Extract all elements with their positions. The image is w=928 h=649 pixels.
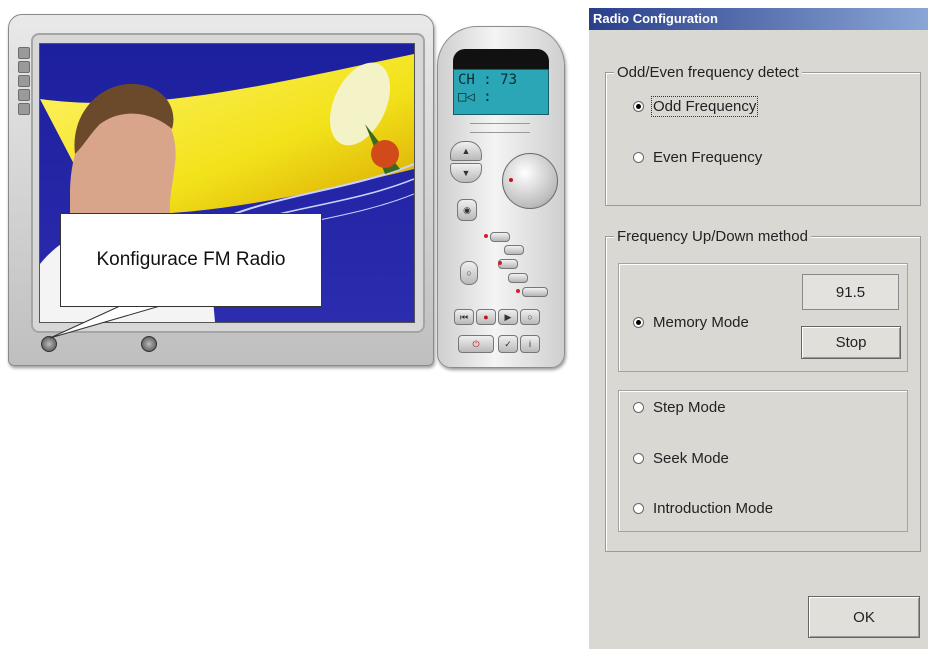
remote-button[interactable] — [490, 232, 510, 242]
remote-button[interactable] — [508, 273, 528, 283]
step-mode-radio[interactable]: Step Mode — [633, 399, 726, 416]
radio-indicator[interactable] — [633, 101, 644, 112]
odd-even-legend: Odd/Even frequency detect — [614, 64, 802, 81]
play-icon[interactable]: ▶ — [498, 309, 518, 325]
radio-indicator[interactable] — [633, 152, 644, 163]
side-button[interactable] — [18, 89, 30, 101]
remote-button[interactable] — [522, 287, 548, 297]
indicator-dot — [498, 261, 502, 265]
memory-mode-radio[interactable]: Memory Mode — [633, 314, 749, 331]
volume-up-icon[interactable]: ▲ — [450, 141, 482, 161]
indicator-dot — [484, 234, 488, 238]
radio-indicator[interactable] — [633, 317, 644, 328]
record-icon[interactable]: ● — [476, 309, 496, 325]
side-button[interactable] — [18, 47, 30, 59]
prev-icon[interactable]: ⏮ — [454, 309, 474, 325]
player-bottom-bar — [37, 333, 407, 355]
tv-player-window — [8, 14, 434, 366]
radio-indicator[interactable] — [633, 402, 644, 413]
lcd-volume: □◁ : — [458, 89, 492, 105]
config-button[interactable] — [41, 336, 57, 352]
side-button[interactable] — [18, 75, 30, 87]
radio-configuration-dialog: Radio Configuration Odd/Even frequency d… — [588, 8, 928, 649]
volume-down-icon[interactable]: ▼ — [450, 163, 482, 183]
lcd-display: CH : 73 □◁ : — [453, 69, 549, 115]
odd-frequency-label: Odd Frequency — [650, 96, 759, 117]
radio-indicator[interactable] — [633, 503, 644, 514]
remote-button[interactable] — [504, 245, 524, 255]
radio-indicator[interactable] — [633, 453, 644, 464]
even-frequency-radio[interactable]: Even Frequency — [633, 149, 762, 166]
seek-mode-radio[interactable]: Seek Mode — [633, 450, 729, 467]
introduction-mode-label: Introduction Mode — [653, 500, 774, 517]
dial-knob-icon[interactable]: ○ — [460, 261, 478, 285]
indicator-dot — [516, 289, 520, 293]
info-icon[interactable]: i — [520, 335, 540, 353]
introduction-mode-radio[interactable]: Introduction Mode — [633, 500, 773, 517]
even-frequency-label: Even Frequency — [653, 149, 763, 166]
ok-button[interactable]: OK — [808, 596, 920, 638]
dialog-title: Radio Configuration — [589, 8, 928, 30]
power-icon[interactable]: ⏻ — [458, 335, 494, 353]
lcd-channel: CH : 73 — [458, 72, 518, 88]
frequency-method-legend: Frequency Up/Down method — [614, 228, 811, 245]
odd-even-group: Odd/Even frequency detect — [605, 64, 921, 206]
lcd-top — [453, 49, 549, 69]
seek-mode-label: Seek Mode — [653, 450, 729, 467]
tuning-dial-icon[interactable] — [502, 153, 558, 209]
side-button[interactable] — [18, 103, 30, 115]
side-toolbar — [15, 45, 31, 145]
stop-button[interactable]: Stop — [801, 326, 901, 359]
side-button[interactable] — [18, 61, 30, 73]
callout-text: Konfigurace FM Radio — [96, 249, 286, 270]
mute-icon[interactable]: ◉ — [457, 199, 477, 221]
step-mode-label: Step Mode — [653, 399, 726, 416]
odd-frequency-radio[interactable]: Odd Frequency — [633, 96, 759, 117]
frequency-display: 91.5 — [802, 274, 899, 310]
memory-mode-label: Memory Mode — [653, 314, 749, 331]
player-button[interactable] — [141, 336, 157, 352]
speaker-grille — [470, 123, 530, 133]
callout-box: Konfigurace FM Radio — [60, 213, 322, 307]
stop-icon[interactable]: ○ — [520, 309, 540, 325]
remote-control: CH : 73 □◁ : ▲ ▼ ◉ ○ ⏮ ● ▶ ○ ⏻ ✓ i — [437, 26, 565, 368]
check-icon[interactable]: ✓ — [498, 335, 518, 353]
